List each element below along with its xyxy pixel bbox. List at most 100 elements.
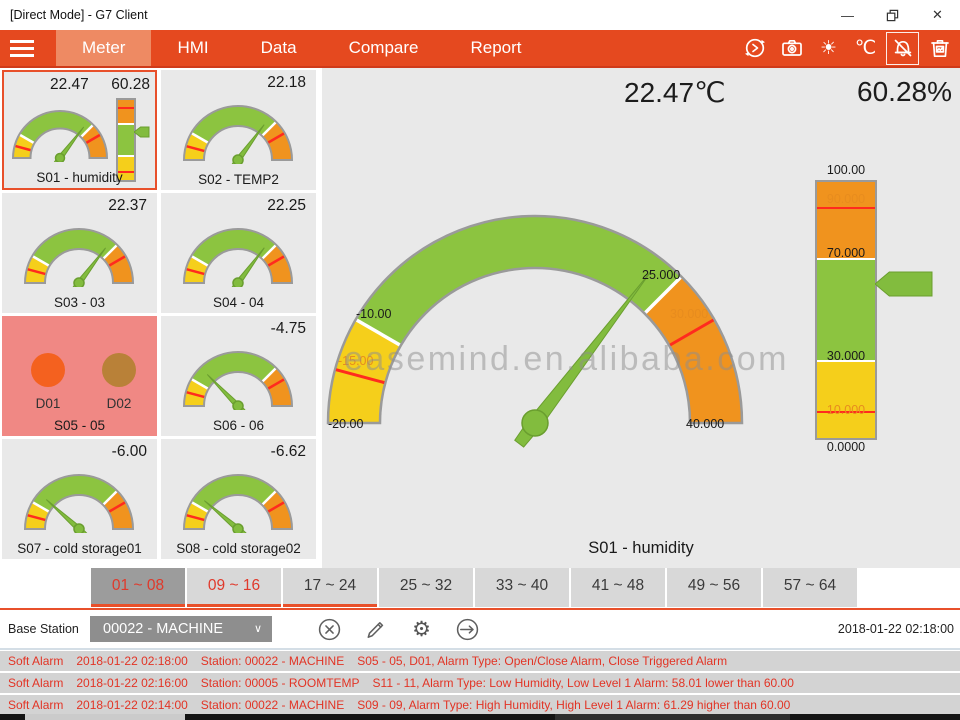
- celsius-icon[interactable]: ℃: [849, 32, 882, 65]
- digital-indicator: [102, 353, 136, 387]
- sensor-value: 60.28: [111, 76, 150, 94]
- sensor-tile[interactable]: 60.28 22.47 S01 - humidity: [2, 70, 157, 190]
- sensor-value: 22.25: [267, 197, 306, 215]
- camera-icon[interactable]: [775, 32, 808, 65]
- minimize-button[interactable]: —: [825, 0, 870, 30]
- digital-label: D01: [18, 396, 78, 411]
- bar-pointer-icon: [875, 271, 933, 297]
- brightness-icon[interactable]: ☀: [812, 32, 845, 65]
- menu-bar: MeterHMIDataCompareReport ☀℃: [0, 30, 960, 68]
- menu-tab-meter[interactable]: Meter: [56, 30, 151, 66]
- humidity-bar-gauge: 100.0090.00070.00030.00010.0000.0000: [815, 180, 877, 440]
- alarm-station: Station: 00022 - MACHINE: [201, 698, 344, 712]
- sync-icon[interactable]: [738, 32, 771, 65]
- tile-gauge: [178, 340, 298, 410]
- page-tab[interactable]: 41 ~ 48: [571, 568, 665, 607]
- sensor-tile[interactable]: 22.37S03 - 03: [2, 193, 157, 313]
- bar-scale-label: 30.000: [815, 349, 877, 363]
- meter-panel: 22.47℃ 60.28% -20.00-15.00-10.0025.00030…: [322, 68, 960, 568]
- clear-image-icon[interactable]: [923, 32, 956, 65]
- page-tab[interactable]: 17 ~ 24: [283, 568, 377, 607]
- bar-scale-label: 10.000: [815, 403, 877, 417]
- title-bar: [Direct Mode] - G7 Client — ✕: [0, 0, 960, 30]
- sensor-label: S02 - TEMP2: [161, 172, 316, 187]
- menu-tab-report[interactable]: Report: [444, 30, 547, 66]
- gauge-scale-label: -20.00: [328, 417, 363, 431]
- edit-pencil-icon[interactable]: [363, 617, 388, 642]
- window-title: [Direct Mode] - G7 Client: [10, 8, 148, 22]
- sensor-label: S06 - 06: [161, 418, 316, 433]
- close-button[interactable]: ✕: [915, 0, 960, 30]
- gear-edit-icon[interactable]: ⚙: [409, 617, 434, 642]
- alarm-station: Station: 00022 - MACHINE: [201, 654, 344, 668]
- tile-gauge: [10, 98, 114, 162]
- bottom-strip: [0, 714, 960, 720]
- chevron-down-icon: ∨: [254, 616, 262, 642]
- page-tab[interactable]: 57 ~ 64: [763, 568, 857, 607]
- sensor-value: 22.47: [50, 76, 89, 94]
- tile-gauge: [178, 217, 298, 287]
- sensor-label: S07 - cold storage01: [2, 541, 157, 556]
- sensor-label: S08 - cold storage02: [161, 541, 316, 556]
- sensor-label: S05 - 05: [2, 418, 157, 433]
- bar-scale-label: 90.000: [815, 192, 877, 206]
- hamburger-menu-icon[interactable]: [0, 30, 44, 66]
- station-bar: Base Station 00022 - MACHINE ∨ ⚙ 2018-01…: [0, 610, 960, 648]
- sensor-label: S03 - 03: [2, 295, 157, 310]
- alarm-station: Station: 00005 - ROOMTEMP: [201, 676, 360, 690]
- alarm-log-row[interactable]: Soft Alarm 2018-01-22 02:14:00 Station: 00…: [0, 695, 960, 715]
- sensor-value: -6.62: [271, 443, 306, 461]
- alarm-mute-icon[interactable]: [886, 32, 919, 65]
- menu-tab-compare[interactable]: Compare: [323, 30, 445, 66]
- base-station-label: Base Station: [8, 622, 79, 636]
- menu-tab-data[interactable]: Data: [235, 30, 323, 66]
- sensor-value: -4.75: [271, 320, 306, 338]
- alarm-time: 2018-01-22 02:16:00: [76, 676, 187, 690]
- restore-button[interactable]: [870, 0, 915, 30]
- watermark: easemind.en.alibaba.com: [344, 340, 789, 379]
- tile-gauge: [19, 217, 139, 287]
- page-tab[interactable]: 09 ~ 16: [187, 568, 281, 607]
- alarm-log-row[interactable]: Soft Alarm 2018-01-22 02:18:00 Station: 00…: [0, 651, 960, 671]
- page-tab[interactable]: 25 ~ 32: [379, 568, 473, 607]
- gauge-scale-label: 25.000: [642, 268, 680, 282]
- page-tab[interactable]: 01 ~ 08: [91, 568, 185, 607]
- menu-tabs: MeterHMIDataCompareReport: [56, 30, 548, 66]
- page-tab[interactable]: 33 ~ 40: [475, 568, 569, 607]
- gauge-scale-label: -10.00: [356, 307, 391, 321]
- menu-tab-hmi[interactable]: HMI: [151, 30, 234, 66]
- alarm-time: 2018-01-22 02:14:00: [76, 698, 187, 712]
- bar-scale-label: 100.00: [815, 163, 877, 177]
- export-arrow-icon[interactable]: [455, 617, 480, 642]
- bar-scale-label: 0.0000: [815, 440, 877, 454]
- alarm-log-row[interactable]: Soft Alarm2018-01-22 02:16:00Station: 00…: [0, 673, 960, 693]
- alarm-detail: S11 - 11, Alarm Type: Low Humidity, Low …: [373, 676, 794, 690]
- sensor-label: S01 - humidity: [4, 170, 155, 185]
- station-select[interactable]: 00022 - MACHINE ∨: [90, 616, 272, 642]
- sensor-value: 22.18: [267, 74, 306, 92]
- alarm-type: Soft Alarm: [8, 698, 63, 712]
- menu-icon-bar: ☀℃: [738, 30, 960, 66]
- sensor-tile[interactable]: -6.00 S07 - cold storage01: [2, 439, 157, 559]
- gauge-scale-label: 30.000: [670, 307, 708, 321]
- cancel-circle-icon[interactable]: [317, 617, 342, 642]
- alarm-time: 2018-01-22 02:18:00: [76, 654, 187, 668]
- sensor-tile[interactable]: D01D02S05 - 05: [2, 316, 157, 436]
- alarm-detail: S05 - 05, D01, Alarm Type: Open/Close Al…: [357, 654, 727, 668]
- alarm-log: Soft Alarm 2018-01-22 02:18:00 Station: 00…: [0, 651, 960, 717]
- tile-gauge: [178, 463, 298, 533]
- page-tab[interactable]: 49 ~ 56: [667, 568, 761, 607]
- sensor-tile[interactable]: -6.62 S08 - cold storage02: [161, 439, 316, 559]
- sensor-tile[interactable]: -4.75 S06 - 06: [161, 316, 316, 436]
- sensor-tile-grid: 60.28 22.47 S01 - humidity 22.18 S02 - TEMP2…: [2, 70, 318, 559]
- sensor-tile[interactable]: 22.25 S04 - 04: [161, 193, 316, 313]
- alarm-type: Soft Alarm: [8, 654, 63, 668]
- sensor-value: -6.00: [112, 443, 147, 461]
- digital-indicator: [31, 353, 65, 387]
- current-timestamp: 2018-01-22 02:18:00: [838, 622, 954, 636]
- bar-scale-label: 70.000: [815, 246, 877, 260]
- tile-gauge: [19, 463, 139, 533]
- sensor-tile[interactable]: 22.18 S02 - TEMP2: [161, 70, 316, 190]
- sensor-label: S04 - 04: [161, 295, 316, 310]
- window-controls: — ✕: [825, 0, 960, 30]
